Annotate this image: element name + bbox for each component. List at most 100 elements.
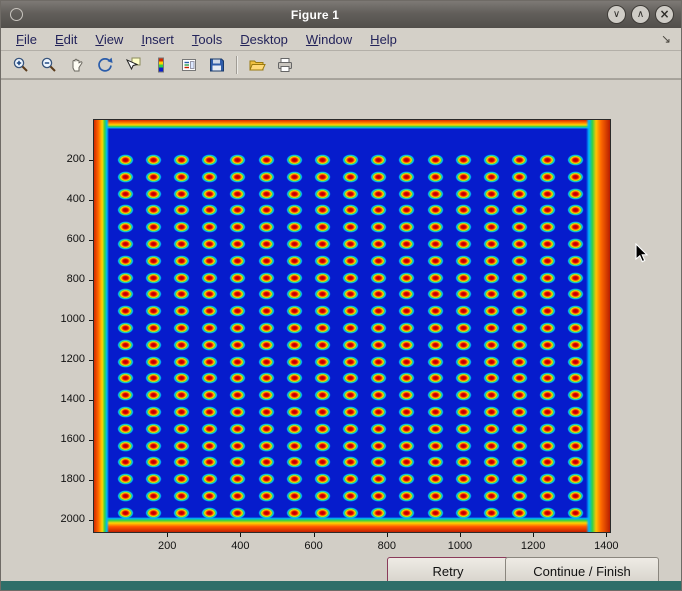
- spot: [286, 238, 303, 250]
- y-tick-mark: [89, 520, 93, 521]
- y-tick-mark: [89, 480, 93, 481]
- spot: [427, 272, 444, 284]
- spot: [117, 372, 134, 384]
- spot: [427, 221, 444, 233]
- menu-edit[interactable]: Edit: [46, 30, 86, 49]
- spot: [455, 406, 472, 418]
- spot: [567, 406, 584, 418]
- zoom-out-button[interactable]: [36, 52, 62, 78]
- spot: [173, 372, 190, 384]
- y-tick-mark: [89, 240, 93, 241]
- menu-overflow-icon[interactable]: ↘: [661, 32, 671, 46]
- zoom-in-icon: [12, 56, 30, 74]
- spot: [455, 238, 472, 250]
- menu-file[interactable]: File: [7, 30, 46, 49]
- close-button[interactable]: ×: [655, 5, 674, 24]
- spot: [145, 221, 162, 233]
- spot: [483, 473, 500, 485]
- save-button[interactable]: [204, 52, 230, 78]
- spot: [229, 406, 246, 418]
- spot: [398, 272, 415, 284]
- x-tick-mark: [314, 533, 315, 537]
- spot: [286, 440, 303, 452]
- spot: [117, 238, 134, 250]
- spot: [398, 490, 415, 502]
- insert-colorbar-button[interactable]: [148, 52, 174, 78]
- spot: [483, 456, 500, 468]
- spot: [314, 389, 331, 401]
- menu-window[interactable]: Window: [297, 30, 361, 49]
- spot: [117, 272, 134, 284]
- spot: [398, 339, 415, 351]
- shade-button[interactable]: ∨: [607, 5, 626, 24]
- spot: [370, 406, 387, 418]
- menu-insert[interactable]: Insert: [132, 30, 183, 49]
- spot: [567, 238, 584, 250]
- spot: [342, 305, 359, 317]
- menu-help[interactable]: Help: [361, 30, 406, 49]
- spot: [286, 221, 303, 233]
- spot: [567, 204, 584, 216]
- y-tick-label: 800: [41, 273, 85, 285]
- spot: [314, 154, 331, 166]
- spot: [567, 423, 584, 435]
- menu-desktop[interactable]: Desktop: [231, 30, 297, 49]
- spot: [201, 322, 218, 334]
- data-cursor-button[interactable]: [120, 52, 146, 78]
- spot: [314, 406, 331, 418]
- spot: [370, 473, 387, 485]
- spot: [342, 238, 359, 250]
- spot: [145, 389, 162, 401]
- spot: [342, 473, 359, 485]
- spot: [539, 204, 556, 216]
- print-button[interactable]: [272, 52, 298, 78]
- heatmap-image[interactable]: [93, 119, 611, 533]
- spot: [117, 440, 134, 452]
- x-tick-label: 1200: [511, 540, 555, 552]
- insert-legend-button[interactable]: [176, 52, 202, 78]
- spot: [511, 507, 528, 519]
- spot: [201, 305, 218, 317]
- spot: [370, 389, 387, 401]
- spot: [342, 255, 359, 267]
- titlebar[interactable]: Figure 1 ∨ ∧ ×: [1, 1, 681, 28]
- spot: [145, 339, 162, 351]
- spot: [229, 473, 246, 485]
- spot: [539, 356, 556, 368]
- spot: [427, 339, 444, 351]
- zoom-in-button[interactable]: [8, 52, 34, 78]
- spot: [314, 238, 331, 250]
- spot: [229, 339, 246, 351]
- x-tick-mark: [533, 533, 534, 537]
- spot: [286, 255, 303, 267]
- y-tick-mark: [89, 280, 93, 281]
- menu-tools[interactable]: Tools: [183, 30, 231, 49]
- spot: [229, 171, 246, 183]
- rotate-3d-button[interactable]: [92, 52, 118, 78]
- maximize-button[interactable]: ∧: [631, 5, 650, 24]
- spot: [455, 507, 472, 519]
- spot: [342, 507, 359, 519]
- spot: [427, 171, 444, 183]
- spot: [173, 389, 190, 401]
- spot: [173, 322, 190, 334]
- spot: [286, 322, 303, 334]
- spot: [539, 221, 556, 233]
- rotate-3d-icon: [96, 56, 114, 74]
- spot: [398, 456, 415, 468]
- spot: [286, 356, 303, 368]
- spot: [342, 272, 359, 284]
- spot: [342, 221, 359, 233]
- spot: [286, 272, 303, 284]
- menu-view[interactable]: View: [86, 30, 132, 49]
- spot: [483, 389, 500, 401]
- spot: [314, 356, 331, 368]
- spot: [370, 456, 387, 468]
- window-menu-icon[interactable]: [10, 8, 23, 21]
- spot: [483, 339, 500, 351]
- pan-button[interactable]: [64, 52, 90, 78]
- spot: [173, 440, 190, 452]
- spot: [173, 221, 190, 233]
- toolbar-separator: [236, 56, 238, 74]
- open-button[interactable]: [244, 52, 270, 78]
